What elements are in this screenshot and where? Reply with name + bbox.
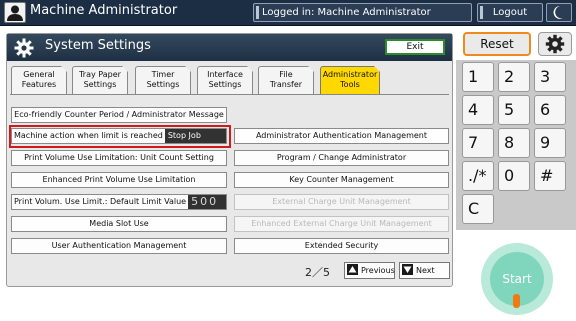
print-volume-unit-count-button[interactable]: Print Volume Use Limitation: Unit Count … (11, 150, 227, 166)
key-2[interactable]: 2 (498, 62, 530, 92)
gear-icon (545, 34, 565, 54)
limit-action-label: Machine action when limit is reached (14, 131, 163, 140)
login-status: Logged in: Machine Administrator (253, 3, 472, 22)
top-bar: Machine Administrator Logged in: Machine… (0, 0, 576, 26)
key-8[interactable]: 8 (498, 128, 530, 158)
page-indicator: 2／5 (305, 266, 330, 279)
tab-label: Administrator Tools (322, 70, 378, 89)
logout-button[interactable]: Logout (477, 3, 543, 22)
login-status-text: Logged in: Machine Administrator (262, 7, 431, 18)
start-indicator-led (513, 294, 520, 308)
tab-administrator-tools[interactable]: Administrator Tools (320, 66, 380, 95)
tab-label: Interface Settings (207, 70, 243, 89)
enhanced-print-volume-button[interactable]: Enhanced Print Volume Use Limitation (11, 172, 227, 188)
user-authentication-button[interactable]: User Authentication Management (11, 238, 227, 254)
tab-interface-settings[interactable]: Interface Settings (197, 66, 253, 94)
external-charge-unit-button: External Charge Unit Management (234, 194, 449, 210)
gear-icon (14, 38, 34, 58)
enhanced-external-charge-button: Enhanced External Charge Unit Management (234, 216, 449, 232)
logout-label: Logout (492, 7, 528, 18)
next-button[interactable]: Next (399, 262, 450, 279)
limit-action-button[interactable]: Machine action when limit is reached Sto… (11, 128, 227, 144)
tab-general-features[interactable]: General Features (11, 66, 67, 94)
program-change-admin-button[interactable]: Program / Change Administrator (234, 150, 449, 166)
tab-file-transfer[interactable]: File Transfer (258, 66, 314, 94)
key-counter-management-button[interactable]: Key Counter Management (234, 172, 449, 188)
previous-button[interactable]: Previous (344, 262, 395, 279)
tab-label: Tray Paper Settings (79, 70, 121, 89)
key-7[interactable]: 7 (462, 128, 494, 158)
key-9[interactable]: 9 (534, 128, 566, 158)
key-dot-star[interactable]: ./* (462, 161, 494, 191)
key-6[interactable]: 6 (534, 95, 566, 125)
arrow-down-icon (402, 264, 413, 275)
tab-tray-paper-settings[interactable]: Tray Paper Settings (72, 66, 128, 94)
limit-action-value: Stop Job (164, 129, 226, 143)
reset-button[interactable]: Reset (463, 32, 531, 56)
key-5[interactable]: 5 (498, 95, 530, 125)
default-limit-value-button[interactable]: Print Volum. Use Limit.: Default Limit V… (11, 194, 227, 210)
default-limit-label: Print Volum. Use Limit.: Default Limit V… (14, 197, 187, 206)
arrow-up-icon (347, 264, 358, 275)
key-3[interactable]: 3 (534, 62, 566, 92)
admin-authentication-button[interactable]: Administrator Authentication Management (234, 128, 449, 144)
previous-label: Previous (361, 266, 395, 275)
eco-friendly-counter-button[interactable]: Eco-friendly Counter Period / Administra… (11, 107, 227, 123)
exit-button[interactable]: Exit (385, 39, 445, 55)
media-slot-use-button[interactable]: Media Slot Use (11, 216, 227, 232)
key-4[interactable]: 4 (462, 95, 494, 125)
tab-timer-settings[interactable]: Timer Settings (135, 66, 191, 94)
energy-saver-button[interactable] (546, 3, 572, 22)
user-tools-button[interactable] (538, 32, 572, 56)
tab-label: File Transfer (269, 70, 303, 89)
default-limit-value: 500 (188, 195, 226, 209)
key-hash[interactable]: # (534, 161, 566, 191)
app-title: Machine Administrator (30, 3, 178, 18)
tab-label: Timer Settings (146, 70, 180, 89)
next-label: Next (416, 266, 435, 275)
moon-icon (553, 6, 563, 19)
tab-divider (10, 94, 449, 95)
user-icon (4, 2, 26, 23)
panel-title: System Settings (45, 38, 151, 53)
extended-security-button[interactable]: Extended Security (234, 238, 449, 254)
key-clear[interactable]: C (462, 194, 494, 224)
tab-label: General Features (21, 70, 57, 89)
key-0[interactable]: 0 (498, 161, 530, 191)
key-1[interactable]: 1 (462, 62, 494, 92)
